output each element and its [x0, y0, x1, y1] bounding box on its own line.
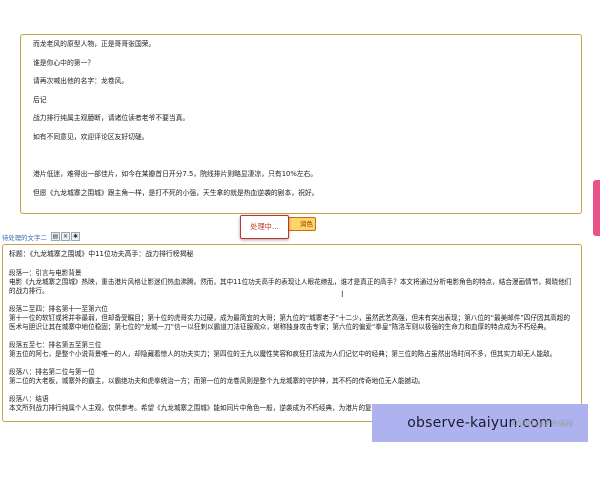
result-textarea[interactable]: 标题：《九龙城寨之围城》中11位功夫高手：战力排行榜揭秘 段落一：引言与电影背景…	[2, 244, 582, 422]
close-icon[interactable]: ✕	[61, 232, 70, 241]
source-line	[33, 152, 572, 161]
result-sections: 段落一：引言与电影背景 电影《九龙城寨之围城》热映，重击港片风格让影迷们热血沸腾。…	[9, 269, 575, 413]
processing-popup: 处理中...	[240, 215, 289, 239]
result-section: 段落五至七：排名第五至第三位 第五位的阿七，是整个小说背景唯一的人，却隐藏着惊人的…	[9, 341, 575, 359]
polish-button[interactable]: 润色	[288, 217, 316, 231]
section-heading: 段落五至七：排名第五至第三位	[9, 341, 102, 349]
section-body: 第十一位的软钉或将并非最弱，但却备受瞩目；第十位的虎哥实力过硬，成为最简宜的大哥…	[9, 314, 570, 331]
section-heading: 段落二至四：排名第十一至第六位	[9, 305, 108, 313]
source-line: 港片低迷，难得出一部佳片，如今在某瓣首日开分7.5，院线排片则略显凄凉，只有10…	[33, 170, 318, 179]
section-body: 第五位的阿七，是整个小说背景唯一的人，却隐藏着惊人的功夫实力；第四位的王九以魔性…	[9, 350, 557, 358]
section-heading: 段落八：结语	[9, 395, 49, 403]
csdn-watermark: CSDN @老余编程	[512, 419, 574, 428]
text-cursor-icon: I	[341, 290, 344, 300]
action-row: 润色 处理中... 待处理的文字二 ▤ ✕ ✱	[0, 214, 600, 244]
section-body: 电影《九龙城寨之围城》热映，重击港片风格让影迷们热血沸腾。然而，其中11位功夫高…	[9, 278, 572, 295]
copy-icon[interactable]: ▤	[51, 232, 60, 241]
source-line: 而龙老风的原型人物，正是哥哥张国荣。	[33, 40, 156, 48]
result-section: 段落八：排名第二位与第一位 第二位的大老板，城寨外的霸主，以霸绝功夫和虎拳统治一方…	[9, 368, 575, 386]
toolbar-label: 待处理的文字二	[2, 234, 47, 242]
source-line: 请再次喊出他的名字：龙卷风。	[33, 77, 129, 86]
source-line: 但愿《九龙城寨之围城》跟主角一样，是打不死的小强，天生拿的就是热血逆袭的剧本，祝…	[33, 188, 319, 197]
result-title: 标题：《九龙城寨之围城》中11位功夫高手：战力排行榜揭秘	[9, 250, 194, 258]
source-line: 如有不同意见，欢迎评论区友好切磋。	[33, 132, 149, 141]
source-line: 谁是你心中的第一？	[33, 58, 95, 67]
source-line: 后记	[33, 95, 47, 104]
section-heading: 段落一：引言与电影背景	[9, 269, 82, 277]
app-window: 而龙老风的原型人物，正是哥哥张国荣。 谁是你心中的第一？ 请再次喊出他的名字：龙卷风…	[0, 0, 600, 480]
source-line: 战力排行纯属主观臆断，请诸位读者老爷不要当真。	[33, 114, 190, 123]
section-heading: 段落八：排名第二位与第一位	[9, 368, 95, 376]
source-text: 而龙老风的原型人物，正是哥哥张国荣。 谁是你心中的第一？ 请再次喊出他的名字：龙卷风…	[21, 35, 581, 198]
result-section: 段落一：引言与电影背景 电影《九龙城寨之围城》热映，重击港片风格让影迷们热血沸腾。…	[9, 269, 575, 296]
settings-icon[interactable]: ✱	[71, 232, 80, 241]
toolbar-icons: ▤ ✕ ✱	[51, 232, 80, 241]
result-section: 段落二至四：排名第十一至第六位 第十一位的软钉或将并非最弱，但却备受瞩目；第十位的…	[9, 305, 575, 332]
source-textarea[interactable]: 而龙老风的原型人物，正是哥哥张国荣。 谁是你心中的第一？ 请再次喊出他的名字：龙卷风…	[20, 34, 582, 214]
section-body: 第二位的大老板，城寨外的霸主，以霸绝功夫和虎拳统治一方；而第一位的龙卷风则是整个…	[9, 377, 425, 385]
